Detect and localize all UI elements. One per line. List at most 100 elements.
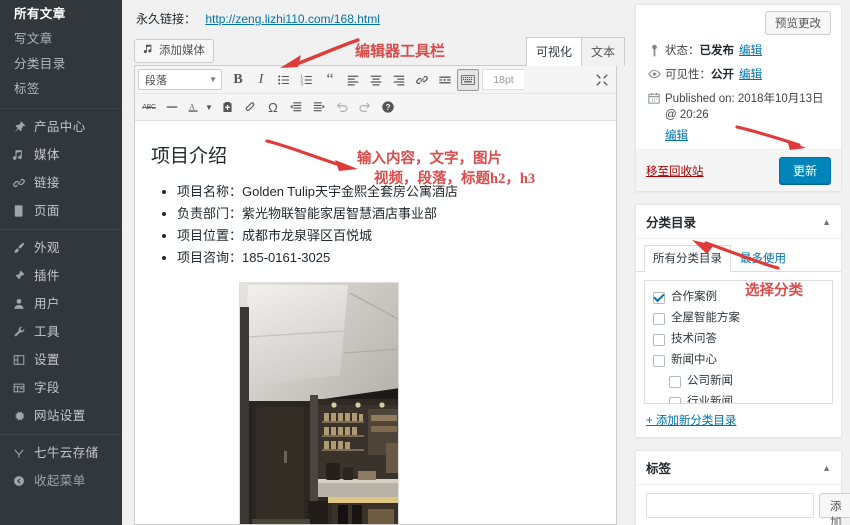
checkbox-icon[interactable] [669,375,681,388]
svg-text:A: A [188,102,194,111]
admin-sidebar: 所有文章 写文章 分类目录 标签 产品中心 媒体 链接 页面 外观 插件 用户 … [0,0,122,525]
category-item-cooperation-cases[interactable]: 合作案例 [653,287,824,308]
text-color-chevron-down-icon[interactable]: ▼ [203,96,215,118]
sidebar-item-all-posts[interactable]: 所有文章 [0,2,122,27]
sidebar-collapse-menu[interactable]: 收起菜单 [0,467,122,495]
sidebar-item-label: 链接 [34,176,60,190]
move-to-trash-link[interactable]: 移至回收站 [646,163,704,179]
outdent-icon[interactable] [285,96,307,118]
add-new-category-link[interactable]: + 添加新分类目录 [646,415,736,427]
checkbox-icon[interactable] [669,396,681,403]
add-tag-button[interactable]: 添加 [819,493,850,525]
italic-icon[interactable]: I [250,69,272,91]
checkbox-checked-icon[interactable] [653,291,665,304]
checkbox-icon[interactable] [653,312,665,325]
gear-icon [10,408,28,424]
publish-preview-row: 预览更改 [636,5,841,39]
editor-toolbar: 段落 ▼ B I 123 “ 18pt ABC A ▼ Ω ? [135,66,616,121]
toolbar-toggle-icon[interactable] [457,68,479,91]
special-character-icon[interactable]: Ω [262,96,284,118]
category-label: 行业新闻 [687,396,733,404]
text-color-icon[interactable]: A [184,96,202,118]
plugin-icon [10,268,28,284]
category-item-company-news[interactable]: 公司新闻 [653,371,824,392]
publish-visibility-edit-link[interactable]: 编辑 [739,67,762,83]
eye-icon [646,68,662,80]
undo-icon[interactable] [331,96,353,118]
wrench-tools-icon [10,324,28,340]
media-and-tabs-row: 添加媒体 可视化 文本 [122,35,627,66]
align-center-icon[interactable] [365,69,387,91]
tab-text[interactable]: 文本 [580,37,625,66]
clear-formatting-icon[interactable] [239,96,261,118]
tab-visual[interactable]: 可视化 [525,37,582,66]
read-more-icon[interactable] [434,69,456,91]
numbered-list-icon[interactable]: 123 [296,69,318,91]
sidebar-item-site-settings[interactable]: 网站设置 [0,402,122,430]
sidebar-group-storage: 七牛云存储 收起菜单 [0,434,122,499]
font-size-select[interactable]: 18pt [482,69,524,90]
toolbar-row-2: ABC A ▼ Ω ? [135,93,616,120]
sidebar-item-label: 页面 [34,204,60,218]
indent-icon[interactable] [308,96,330,118]
permalink-label: 永久链接： [136,12,197,26]
blockquote-icon[interactable]: “ [319,69,341,91]
chevron-up-icon[interactable]: ▲ [822,217,831,227]
preview-changes-button[interactable]: 预览更改 [765,11,831,35]
sidebar-item-media[interactable]: 媒体 [0,141,122,169]
sidebar-item-categories[interactable]: 分类目录 [0,52,122,77]
redo-icon[interactable] [354,96,376,118]
post-image[interactable] [239,282,399,524]
list-item: 项目位置：成都市龙泉驿区百悦城 [177,226,600,246]
tab-most-used[interactable]: 最多使用 [731,245,795,271]
category-item-whole-house-smart[interactable]: 全屋智能方案 [653,308,824,329]
sidebar-item-settings[interactable]: 设置 [0,346,122,374]
checkbox-icon[interactable] [653,333,665,346]
keyboard-shortcuts-help-icon[interactable]: ? [377,96,399,118]
media-icon [10,147,28,163]
tab-all-categories[interactable]: 所有分类目录 [644,245,731,272]
chevron-up-icon[interactable]: ▲ [822,463,831,473]
list-item: 项目咨询：185-0161-3025 [177,248,600,268]
align-left-icon[interactable] [342,69,364,91]
categories-title: 分类目录 [646,216,697,230]
horizontal-rule-icon[interactable] [161,96,183,118]
category-item-industry-news[interactable]: 行业新闻 [653,392,824,404]
sidebar-item-pages[interactable]: 页面 [0,197,122,225]
cloud-storage-icon [10,445,28,461]
align-right-icon[interactable] [388,69,410,91]
post-content-area[interactable]: 项目介绍 项目名称：Golden Tulip天宇金熙全套房公寓酒店 负责部门：紫… [135,121,616,524]
publish-date-edit-link[interactable]: 编辑 [665,130,688,142]
sidebar-item-products[interactable]: 产品中心 [0,113,122,141]
checkbox-icon[interactable] [653,354,665,367]
category-item-tech-qa[interactable]: 技术问答 [653,329,824,350]
sidebar-item-fields[interactable]: 字段 [0,374,122,402]
permalink-link[interactable]: http://zeng.lizhi110.com/168.html [205,12,380,26]
tinymce-editor: 段落 ▼ B I 123 “ 18pt ABC A ▼ Ω ? 项目介绍 • 项… [134,65,617,525]
sidebar-item-plugins[interactable]: 插件 [0,262,122,290]
insert-link-icon[interactable] [411,69,433,91]
category-item-news-center[interactable]: 新闻中心 [653,350,824,371]
publish-status-value: 已发布 [699,45,735,57]
paragraph-format-select[interactable]: 段落 ▼ [138,69,222,90]
tag-input[interactable] [646,493,814,518]
publish-visibility-value: 公开 [711,69,734,81]
paste-as-text-icon[interactable] [216,96,238,118]
category-label: 公司新闻 [687,375,733,387]
sidebar-item-users[interactable]: 用户 [0,290,122,318]
tab-label: 可视化 [535,45,572,59]
posts-submenu: 所有文章 写文章 分类目录 标签 [0,0,122,108]
strikethrough-icon[interactable]: ABC [138,96,160,118]
sidebar-item-tags[interactable]: 标签 [0,77,122,102]
bullet-list-icon[interactable] [273,69,295,91]
bold-icon[interactable]: B [227,69,249,91]
update-button[interactable]: 更新 [778,157,831,184]
sidebar-item-new-post[interactable]: 写文章 [0,27,122,52]
publish-status-edit-link[interactable]: 编辑 [739,43,762,59]
sidebar-item-appearance[interactable]: 外观 [0,234,122,262]
add-media-button[interactable]: 添加媒体 [134,39,214,63]
distraction-free-icon[interactable] [591,69,613,91]
sidebar-item-qiniu-cloud-storage[interactable]: 七牛云存储 [0,439,122,467]
sidebar-item-links[interactable]: 链接 [0,169,122,197]
sidebar-item-tools[interactable]: 工具 [0,318,122,346]
